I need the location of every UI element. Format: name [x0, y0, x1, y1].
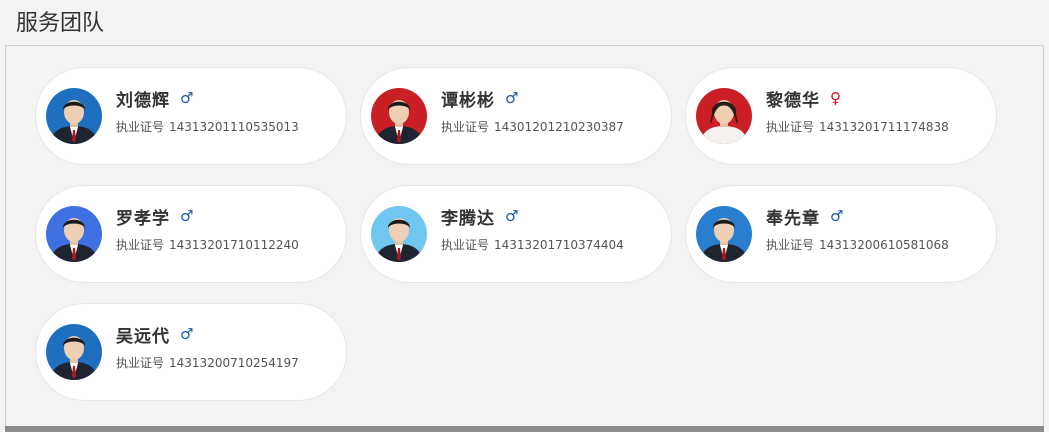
section-title: 服务团队 [16, 11, 105, 36]
license-label: 执业证号 [766, 120, 815, 134]
name-row: 谭彬彬 ♂ [441, 86, 519, 111]
member-card[interactable]: 罗孝学 ♂ 执业证号 14313201710112240 [35, 185, 347, 283]
license-number: 14313201710112240 [169, 238, 299, 252]
license-number: 14313200710254197 [169, 356, 299, 370]
bottom-bar [5, 426, 1044, 432]
license-number: 14301201210230387 [494, 120, 624, 134]
license-label: 执业证号 [766, 238, 815, 252]
license-label: 执业证号 [116, 356, 165, 370]
name-row: 吴远代 ♂ [116, 322, 194, 347]
license-number: 14313201710374404 [494, 238, 624, 252]
name-row: 李腾达 ♂ [441, 204, 519, 229]
member-card[interactable]: 奉先章 ♂ 执业证号 14313200610581068 [685, 185, 997, 283]
male-icon: ♂ [505, 88, 519, 107]
male-icon: ♂ [505, 206, 519, 225]
license-label: 执业证号 [116, 238, 165, 252]
license-info: 执业证号 14313201711174838 [766, 118, 949, 135]
license-info: 执业证号 14313201710374404 [441, 236, 624, 253]
license-info: 执业证号 14313200710254197 [116, 354, 299, 371]
male-icon: ♂ [180, 88, 194, 107]
name-row: 黎德华 ♀ [766, 86, 841, 111]
avatar[interactable] [696, 206, 752, 262]
license-number: 14313201711174838 [819, 120, 949, 134]
avatar[interactable] [46, 206, 102, 262]
female-icon: ♀ [830, 88, 841, 107]
license-number: 14313201110535013 [169, 120, 299, 134]
avatar[interactable] [371, 88, 427, 144]
license-label: 执业证号 [116, 120, 165, 134]
member-card[interactable]: 黎德华 ♀ 执业证号 14313201711174838 [685, 67, 997, 165]
avatar[interactable] [371, 206, 427, 262]
license-info: 执业证号 14313201710112240 [116, 236, 299, 253]
license-info: 执业证号 14313200610581068 [766, 236, 949, 253]
member-name[interactable]: 奉先章 [766, 204, 820, 229]
member-name[interactable]: 谭彬彬 [441, 86, 495, 111]
member-card[interactable]: 谭彬彬 ♂ 执业证号 14301201210230387 [360, 67, 672, 165]
license-info: 执业证号 14301201210230387 [441, 118, 624, 135]
name-row: 刘德辉 ♂ [116, 86, 194, 111]
male-icon: ♂ [180, 206, 194, 225]
member-card[interactable]: 刘德辉 ♂ 执业证号 14313201110535013 [35, 67, 347, 165]
name-row: 罗孝学 ♂ [116, 204, 194, 229]
avatar[interactable] [46, 88, 102, 144]
license-label: 执业证号 [441, 238, 490, 252]
name-row: 奉先章 ♂ [766, 204, 844, 229]
member-card[interactable]: 吴远代 ♂ 执业证号 14313200710254197 [35, 303, 347, 401]
male-icon: ♂ [180, 324, 194, 343]
member-card[interactable]: 李腾达 ♂ 执业证号 14313201710374404 [360, 185, 672, 283]
license-label: 执业证号 [441, 120, 490, 134]
license-number: 14313200610581068 [819, 238, 949, 252]
member-name[interactable]: 黎德华 [766, 86, 820, 111]
member-name[interactable]: 吴远代 [116, 322, 170, 347]
member-name[interactable]: 李腾达 [441, 204, 495, 229]
avatar[interactable] [46, 324, 102, 380]
male-icon: ♂ [830, 206, 844, 225]
license-info: 执业证号 14313201110535013 [116, 118, 299, 135]
avatar[interactable] [696, 88, 752, 144]
member-name[interactable]: 罗孝学 [116, 204, 170, 229]
member-name[interactable]: 刘德辉 [116, 86, 170, 111]
